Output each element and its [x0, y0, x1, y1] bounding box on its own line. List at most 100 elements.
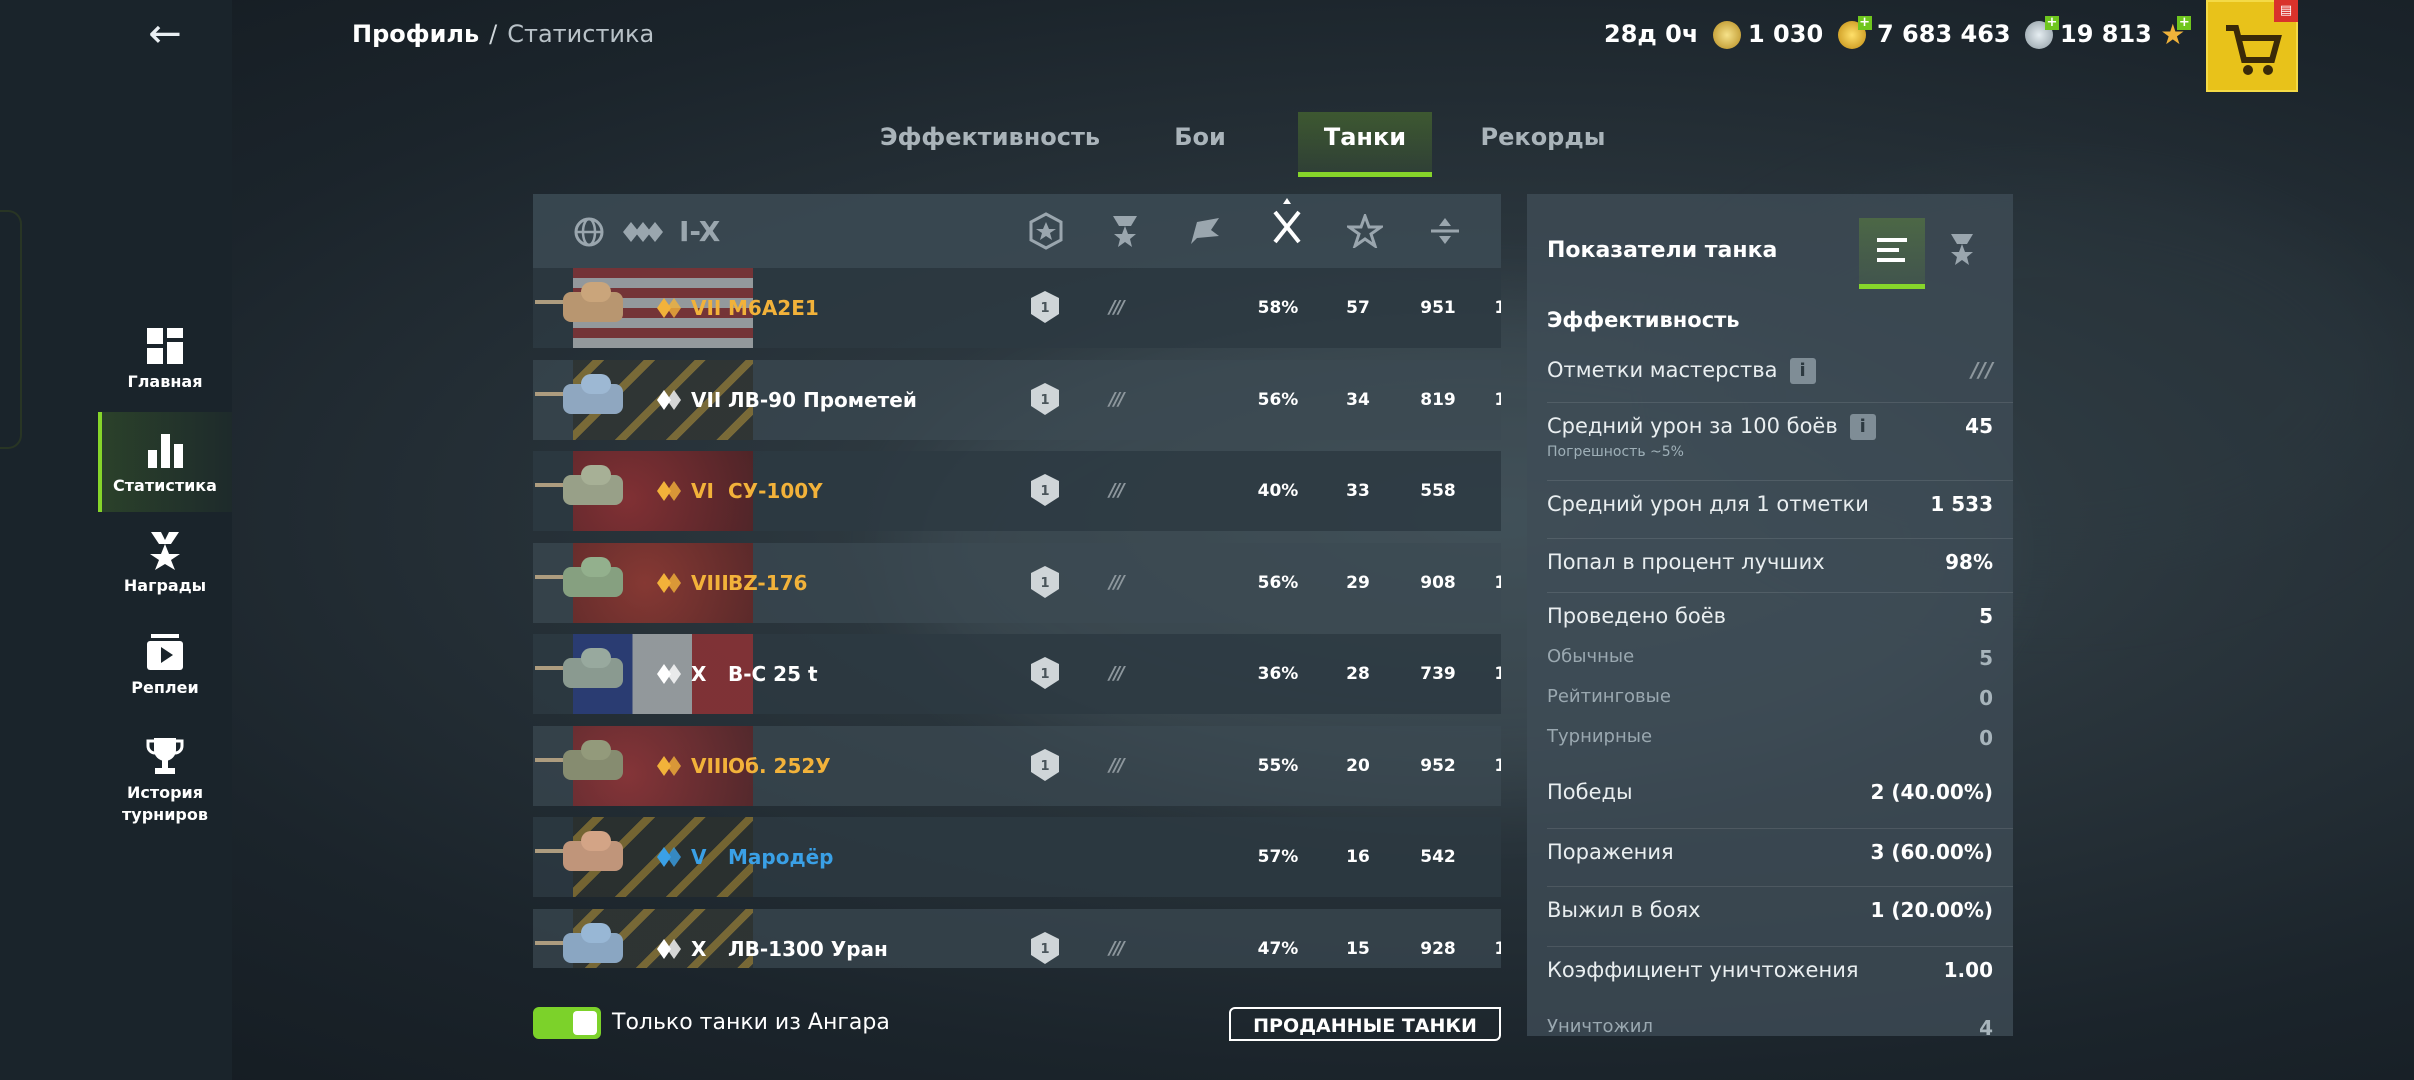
divider: [1547, 538, 2013, 539]
table-row[interactable]: VIIM6A2E1 1 /// 58% 57 951 1595: [533, 268, 1501, 348]
marks-chevrons-icon: ///: [1971, 358, 1993, 382]
stat-value: 2 (40.00%): [1870, 780, 1993, 804]
stat-value: 3 (60.00%): [1870, 840, 1993, 864]
mastery-badge-icon: 1: [1031, 931, 1059, 964]
sidebar-item-tournament-history[interactable]: История турниров: [98, 736, 232, 856]
cell-battles: 16: [1346, 847, 1370, 867]
grid-icon: [147, 328, 183, 364]
table-row[interactable]: VIIЛВ-90 Прометей 1 /// 56% 34 819 1329: [533, 359, 1501, 440]
stat-label: Проведено боёв: [1547, 604, 1727, 628]
tab-tanks[interactable]: Танки: [1298, 112, 1432, 177]
tank-class-icon: [657, 847, 681, 867]
cell-avg-dmg: 678: [1483, 451, 1501, 531]
stat-label: Коэффициент уничтожения: [1547, 958, 1859, 982]
svg-text:1: 1: [1040, 759, 1049, 774]
marks-chevrons-icon: ///: [1109, 663, 1125, 684]
table-row[interactable]: X B-C 25 t 1 /// 36% 28 739 1166: [533, 634, 1501, 714]
table-row[interactable]: X ЛВ-1300 Уран 1 /// 47% 15 928 1424: [533, 908, 1501, 968]
cell-battles: 33: [1346, 481, 1370, 501]
divider: [1547, 946, 2013, 947]
breadcrumb-profile[interactable]: Профиль: [352, 20, 479, 48]
cell-avg-xp: 558: [1420, 481, 1456, 501]
sold-tanks-button[interactable]: ПРОДАННЫЕ ТАНКИ: [1229, 1007, 1501, 1041]
svg-text:1: 1: [1040, 301, 1049, 316]
free-xp-value: 19 813: [2060, 20, 2152, 48]
tank-tier: V: [691, 845, 707, 869]
add-gold-icon[interactable]: +: [1857, 16, 1872, 30]
sidebar-item-main[interactable]: Главная: [98, 326, 232, 426]
cell-avg-dmg: 1424: [1494, 938, 1501, 959]
tank-type-filter-icon[interactable]: [621, 218, 665, 246]
free-xp-balance[interactable]: 19 813 ★+: [2060, 16, 2192, 53]
table-row[interactable]: V Мародёр 57% 16 542 581: [533, 817, 1501, 897]
svg-text:1: 1: [1040, 393, 1049, 408]
marks-sort-icon[interactable]: [1109, 214, 1141, 248]
panel-tab-list[interactable]: [1859, 218, 1925, 289]
premium-time-value: 28д 0ч: [1604, 20, 1699, 48]
gold-balance[interactable]: 1 030 +: [1748, 16, 1872, 52]
sidebar-item-awards[interactable]: Награды: [98, 530, 232, 630]
hangar-only-toggle[interactable]: [533, 1007, 601, 1039]
tank-turret: [581, 922, 611, 943]
panel-tab-marks-icon[interactable]: [1937, 224, 1987, 274]
add-credits-icon[interactable]: +: [2044, 16, 2059, 30]
cell-avg-dmg: 1329: [1494, 389, 1501, 410]
sidebar-item-statistics[interactable]: Статистика: [98, 412, 232, 512]
mastery-badge-icon: 1: [1031, 565, 1059, 598]
battles-sort-icon[interactable]: [1269, 198, 1305, 246]
info-icon[interactable]: i: [1849, 414, 1876, 440]
stat-label: Турнирные: [1547, 726, 1653, 747]
table-row[interactable]: VI СУ-100Y 1 /// 40% 33 558 678: [533, 451, 1501, 531]
avg-damage-sort-icon[interactable]: [1427, 216, 1463, 246]
tab-battles[interactable]: Бои: [1160, 112, 1240, 172]
tank-class-icon: [657, 664, 681, 684]
tank-name: ЛВ-1300 Уран: [728, 936, 888, 961]
nation-filter-globe-icon[interactable]: [573, 216, 605, 248]
cell-battles: 20: [1346, 755, 1370, 776]
svg-text:1: 1: [1040, 667, 1049, 682]
sidebar-item-label: Реплеи: [131, 678, 199, 697]
stat-label: Выжил в боях: [1547, 898, 1701, 922]
stat-label: Средний урон для 1 отметки: [1547, 492, 1869, 516]
cell-avg-xp: 542: [1420, 847, 1456, 867]
sidebar-item-replays[interactable]: Реплеи: [98, 632, 232, 732]
sidebar-item-label: Главная: [127, 372, 203, 391]
tank-tier: VII: [691, 296, 722, 320]
stat-label: Уничтожил: [1547, 1016, 1653, 1036]
tab-records[interactable]: Рекорды: [1478, 112, 1608, 172]
tier-filter[interactable]: I-X: [679, 216, 720, 248]
table-row[interactable]: VIIIОб. 252У 1 /// 55% 20 952 1820: [533, 725, 1501, 806]
mastery-sort-icon[interactable]: [1027, 212, 1065, 250]
cell-avg-xp: 951: [1420, 298, 1456, 318]
winrate-sort-icon[interactable]: [1189, 216, 1223, 246]
cell-winrate: 55%: [1257, 755, 1299, 776]
back-arrow-icon[interactable]: ←: [143, 14, 187, 54]
stat-value: 5: [1979, 646, 1993, 670]
cell-avg-xp: 819: [1420, 389, 1456, 410]
shop-button[interactable]: ▤: [2206, 0, 2298, 92]
play-video-icon: [147, 634, 183, 670]
stat-label: Поражения: [1547, 840, 1674, 864]
stat-label: Попал в процент лучших: [1547, 550, 1825, 574]
tank-tier: VII: [691, 387, 722, 412]
credits-balance[interactable]: 7 683 463 +: [1877, 16, 2059, 52]
tank-class-icon: [657, 298, 681, 318]
sidebar-item-label: Награды: [123, 576, 207, 595]
marks-chevrons-icon: ///: [1109, 937, 1125, 959]
tank-tier: X: [691, 662, 707, 686]
tank-turret: [581, 282, 611, 302]
tab-efficiency[interactable]: Эффективность: [880, 112, 1100, 172]
table-row[interactable]: VIIIBZ-176 1 /// 56% 29 908 1692: [533, 542, 1501, 623]
cell-avg-dmg: 581: [1483, 817, 1501, 897]
mastery-badge-icon: 1: [1031, 748, 1059, 781]
cell-battles: 29: [1346, 572, 1370, 593]
premium-time[interactable]: 28д 0ч: [1604, 16, 1741, 52]
cell-winrate: 58%: [1257, 298, 1299, 318]
marks-chevrons-icon: ///: [1109, 388, 1125, 410]
info-icon[interactable]: i: [1789, 358, 1816, 384]
avg-xp-sort-icon[interactable]: [1347, 214, 1383, 248]
tank-name: ЛВ-90 Прометей: [728, 387, 917, 412]
tank-turret: [581, 556, 611, 577]
add-xp-icon[interactable]: +: [2177, 16, 2192, 30]
gift-icon: ▤: [2274, 0, 2298, 22]
